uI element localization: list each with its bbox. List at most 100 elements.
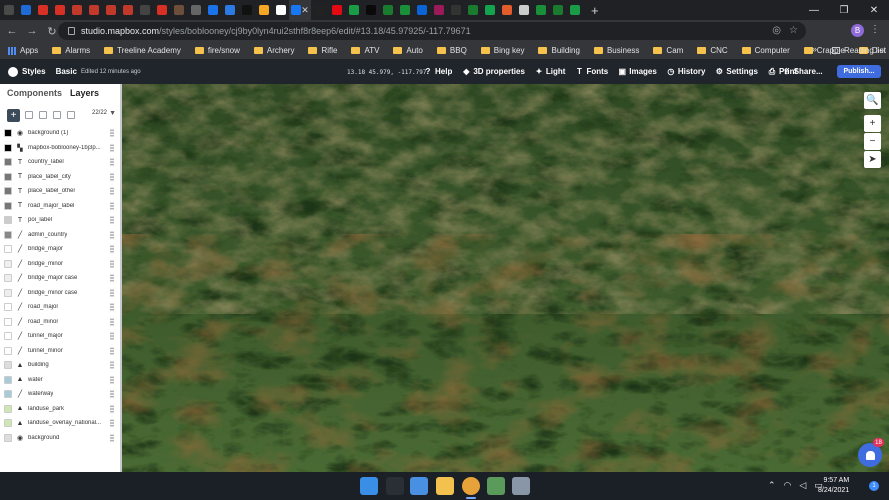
layer-row[interactable]: ╱ bridge_minor case <box>4 286 118 301</box>
drag-handle-icon[interactable] <box>110 404 114 413</box>
widgets-icon[interactable] <box>410 477 428 495</box>
drag-handle-icon[interactable] <box>110 216 114 224</box>
bookmark-item[interactable]: Alarms <box>52 46 90 55</box>
drag-handle-icon[interactable] <box>110 187 114 195</box>
file-explorer-icon[interactable] <box>436 477 454 495</box>
layer-row[interactable]: ▲ landuse_park <box>4 402 118 417</box>
browser-tab[interactable] <box>85 0 102 20</box>
layer-row[interactable]: ▚ mapbox-boblooney-1bj3p... <box>4 141 118 156</box>
light-button[interactable]: ✦ Light <box>535 67 566 76</box>
bookmark-item[interactable]: Archery <box>253 46 294 55</box>
network-app-icon[interactable] <box>512 477 530 495</box>
drag-handle-icon[interactable] <box>110 129 114 137</box>
help-button[interactable]: ? Help <box>424 67 453 76</box>
browser-tab[interactable] <box>17 0 34 20</box>
drag-handle-icon[interactable] <box>110 390 114 398</box>
tab-close-icon[interactable]: ✕ <box>301 5 309 16</box>
drag-handle-icon[interactable] <box>110 361 114 369</box>
layer-row[interactable]: ╱ bridge_minor <box>4 257 118 272</box>
publish-button[interactable]: Publish... <box>837 65 881 78</box>
browser-tab[interactable] <box>311 0 328 20</box>
browser-tab[interactable] <box>566 0 583 20</box>
browser-tab[interactable] <box>204 0 221 20</box>
browser-tab[interactable] <box>68 0 85 20</box>
start-icon[interactable] <box>360 477 378 495</box>
bookmark-item[interactable]: Building <box>538 46 580 55</box>
browser-tab[interactable] <box>170 0 187 20</box>
browser-tab[interactable] <box>532 0 549 20</box>
url-text[interactable]: studio.mapbox.com/styles/boblooney/cj9by… <box>81 26 471 36</box>
3d-properties-button[interactable]: ◆ 3D properties <box>462 67 525 76</box>
browser-tab[interactable] <box>549 0 566 20</box>
drag-handle-icon[interactable] <box>110 259 114 268</box>
map-search-icon[interactable]: 🔍 <box>864 92 881 109</box>
filter-icon[interactable]: ▼ <box>109 110 116 117</box>
bookmark-item[interactable]: Business <box>593 46 639 55</box>
compass-icon[interactable]: ➤ <box>864 151 881 168</box>
layer-row[interactable]: ▲ landuse_overlay_national... <box>4 416 118 431</box>
group-layers-icon[interactable] <box>39 111 47 119</box>
drag-handle-icon[interactable] <box>110 419 114 427</box>
map-canvas[interactable] <box>122 84 889 472</box>
zoom-out-button[interactable]: − <box>864 133 881 150</box>
browser-tab[interactable] <box>136 0 153 20</box>
mapbox-logo-icon[interactable] <box>8 66 18 77</box>
zoom-in-button[interactable]: + <box>864 115 881 132</box>
drag-handle-icon[interactable] <box>110 230 114 239</box>
layer-row[interactable]: ╱ road_major <box>4 300 118 315</box>
volume-icon[interactable]: ◁ <box>799 480 806 491</box>
tracking-icon[interactable]: ◎ <box>772 25 781 36</box>
layer-row[interactable]: ◉ background (1) <box>4 126 118 141</box>
fonts-button[interactable]: T Fonts <box>575 67 608 76</box>
layer-row[interactable]: Tpoi_label <box>4 213 118 228</box>
bookmarks-overflow-button[interactable]: » <box>812 44 817 54</box>
drag-handle-icon[interactable] <box>110 143 114 152</box>
browser-tab[interactable]: ✕ <box>289 0 311 20</box>
drag-handle-icon[interactable] <box>110 346 114 355</box>
close-window-button[interactable]: ✕ <box>859 0 889 20</box>
browser-tab[interactable] <box>515 0 532 20</box>
layer-row[interactable]: ╱ tunnel_minor <box>4 344 118 359</box>
drag-handle-icon[interactable] <box>110 332 114 340</box>
delete-layer-icon[interactable] <box>67 111 75 119</box>
bookmark-item[interactable]: Cam <box>653 46 683 55</box>
layer-row[interactable]: ◉ background <box>4 431 118 446</box>
drag-handle-icon[interactable] <box>110 245 114 253</box>
drag-handle-icon[interactable] <box>110 303 114 311</box>
browser-tab[interactable] <box>221 0 238 20</box>
browser-tab[interactable] <box>272 0 289 20</box>
browser-tab[interactable] <box>255 0 272 20</box>
bookmark-item[interactable]: Computer <box>741 46 790 55</box>
profile-avatar[interactable]: B <box>851 24 864 37</box>
minimize-button[interactable]: — <box>799 0 829 20</box>
layer-row[interactable]: ╱ admin_country <box>4 228 118 243</box>
history-button[interactable]: ◷ History <box>667 67 705 76</box>
chevron-up-icon[interactable]: ⌃ <box>768 480 776 491</box>
bookmark-star-icon[interactable]: ☆ <box>789 25 798 36</box>
settings-button[interactable]: ⚙ Settings <box>715 67 758 76</box>
new-tab-button[interactable]: + <box>591 3 599 18</box>
drag-handle-icon[interactable] <box>110 375 114 384</box>
browser-tab[interactable] <box>238 0 255 20</box>
tab-layers[interactable]: Layers <box>70 88 99 98</box>
browser-tab[interactable] <box>51 0 68 20</box>
layer-row[interactable]: ╱ road_minor <box>4 315 118 330</box>
layer-row[interactable]: ╱ bridge_major <box>4 242 118 257</box>
browser-tab[interactable] <box>481 0 498 20</box>
maximize-button[interactable]: ❐ <box>829 0 859 20</box>
layer-row[interactable]: ╱ bridge_major case <box>4 271 118 286</box>
chrome-icon[interactable] <box>462 477 480 495</box>
browser-tab[interactable] <box>34 0 51 20</box>
layer-row[interactable]: ╱ tunnel_major <box>4 329 118 344</box>
browser-tab[interactable] <box>396 0 413 20</box>
browser-menu-icon[interactable]: ⋮ <box>870 24 880 35</box>
address-bar[interactable]: studio.mapbox.com/styles/boblooney/cj9by… <box>58 22 806 40</box>
share-button[interactable]: ⇪ Share... <box>783 59 823 84</box>
tab-components[interactable]: Components <box>7 88 62 98</box>
bookmark-item[interactable]: CNC <box>697 46 728 55</box>
layer-row[interactable]: ╱ waterway <box>4 387 118 402</box>
bookmark-item[interactable]: ATV <box>351 46 379 55</box>
browser-tab[interactable] <box>102 0 119 20</box>
drag-handle-icon[interactable] <box>110 288 114 297</box>
drag-handle-icon[interactable] <box>110 317 114 326</box>
